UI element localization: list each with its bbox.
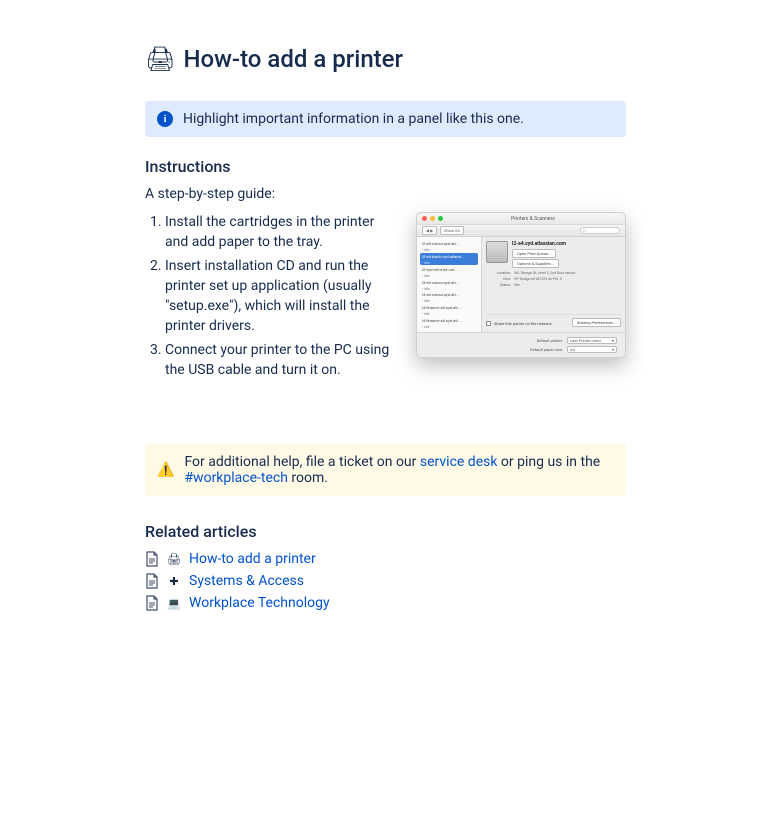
printer-list-item: l4-a4-colour.syd.atl...• Idle bbox=[420, 291, 478, 303]
info-panel: i Highlight important information in a p… bbox=[145, 101, 626, 137]
related-article-link[interactable]: Systems & Access bbox=[189, 573, 304, 589]
paper-size-select: A4▾ bbox=[567, 346, 617, 353]
location-row: Location:361 George St, Level 2, 2nd flo… bbox=[486, 271, 621, 275]
default-printer-select: Last Printer Used▾ bbox=[567, 337, 617, 344]
instructions-text-col: Install the cartridges in the printer an… bbox=[145, 212, 396, 384]
page-title-text: How-to add a printer bbox=[183, 45, 403, 73]
nav-back-forward: ◀ ▶ bbox=[422, 226, 437, 235]
related-heading: Related articles bbox=[145, 522, 626, 541]
printer-detail: l2-a4.syd.atlassian.com Open Print Queue… bbox=[482, 237, 625, 332]
related-article-row: 💻 Workplace Technology bbox=[145, 595, 626, 611]
warn-prefix: For additional help, file a ticket on ou… bbox=[184, 454, 419, 470]
related-article-row: ✚ Systems & Access bbox=[145, 573, 626, 589]
zoom-dot-icon bbox=[438, 216, 443, 221]
document-page: 🖨 How-to add a printer i Highlight impor… bbox=[0, 0, 761, 611]
printer-list-item: l2-a3-colour.syd.atl...• Idle bbox=[420, 240, 478, 252]
show-all-button: Show All bbox=[440, 226, 463, 235]
kind-row: Kind:HP DesignJet M7225 dn PCL 5 bbox=[486, 277, 621, 281]
close-dot-icon bbox=[422, 216, 427, 221]
search-field: Q bbox=[580, 227, 620, 234]
window-titlebar: Printers & Scanners bbox=[417, 213, 625, 225]
printer-name: l2-a4.syd.atlassian.com bbox=[512, 241, 621, 247]
warning-panel: ⚠️ For additional help, file a ticket on… bbox=[145, 444, 626, 496]
minimize-dot-icon bbox=[430, 216, 435, 221]
instructions-columns: Install the cartridges in the printer an… bbox=[145, 212, 626, 384]
page-icon bbox=[145, 573, 159, 589]
printer-list-item: l4-finance-a4.syd.atl...• Idle bbox=[420, 317, 478, 329]
related-articles-section: Related articles 🖨 How-to add a printer ✚ S… bbox=[145, 522, 626, 611]
article-emoji-icon: ✚ bbox=[167, 575, 181, 588]
printer-list: l2-a3-colour.syd.atl...• Idlel2-a4-black… bbox=[417, 237, 482, 332]
window-title: Printers & Scanners bbox=[446, 216, 620, 222]
printer-list-item: l4-finance-a3.syd.atl...• Idle bbox=[420, 304, 478, 316]
printer-image-icon bbox=[486, 241, 508, 263]
instructions-section: Instructions A step-by-step guide: Insta… bbox=[145, 157, 626, 384]
page-title: 🖨 How-to add a printer bbox=[145, 45, 626, 73]
instruction-step: Insert installation CD and run the print… bbox=[165, 256, 396, 336]
instructions-intro: A step-by-step guide: bbox=[145, 186, 626, 202]
window-footer: Default printer: Last Printer Used▾ Defau… bbox=[417, 332, 625, 357]
related-article-link[interactable]: Workplace Technology bbox=[189, 595, 330, 611]
options-supplies-button: Options & Supplies... bbox=[512, 259, 559, 268]
printers-scanners-screenshot: Printers & Scanners ◀ ▶ Show All Q l2-a3… bbox=[416, 212, 626, 358]
service-desk-link[interactable]: service desk bbox=[420, 454, 498, 470]
article-emoji-icon: 🖨 bbox=[167, 553, 181, 566]
info-icon: i bbox=[157, 111, 173, 127]
share-checkbox-icon bbox=[486, 321, 491, 326]
status-row: Status:Idle bbox=[486, 283, 621, 287]
warning-icon: ⚠️ bbox=[157, 462, 174, 478]
related-article-link[interactable]: How-to add a printer bbox=[189, 551, 316, 567]
warning-panel-text: For additional help, file a ticket on ou… bbox=[184, 454, 614, 486]
printer-list-item: l3-a4-colour.syd.atl...• Idle bbox=[420, 279, 478, 291]
warn-suffix: room. bbox=[288, 470, 328, 486]
info-panel-text: Highlight important information in a pan… bbox=[183, 111, 524, 127]
paper-size-label: Default paper size: bbox=[530, 347, 563, 352]
article-emoji-icon: 💻 bbox=[167, 597, 181, 610]
instructions-heading: Instructions bbox=[145, 157, 626, 176]
printer-icon: 🖨 bbox=[145, 45, 175, 73]
warn-mid: or ping us in the bbox=[497, 454, 600, 470]
workplace-tech-link[interactable]: #workplace-tech bbox=[184, 470, 288, 486]
share-label: Share this printer on the network bbox=[494, 321, 552, 326]
instruction-step: Install the cartridges in the printer an… bbox=[165, 212, 396, 252]
related-list: 🖨 How-to add a printer ✚ Systems & Access 💻 W… bbox=[145, 551, 626, 611]
steps-list: Install the cartridges in the printer an… bbox=[145, 212, 396, 380]
page-icon bbox=[145, 595, 159, 611]
window-body: l2-a3-colour.syd.atl...• Idlel2-a4-black… bbox=[417, 237, 625, 332]
related-article-row: 🖨 How-to add a printer bbox=[145, 551, 626, 567]
printer-list-item: l2-a4-black.syd.atlassi...• Idle bbox=[420, 253, 478, 265]
printer-list-item: l2-syd-mfm-a4-col...• Idle bbox=[420, 266, 478, 278]
instruction-step: Connect your printer to the PC using the… bbox=[165, 340, 396, 380]
page-icon bbox=[145, 551, 159, 567]
default-printer-label: Default printer: bbox=[537, 338, 563, 343]
window-toolbar: ◀ ▶ Show All Q bbox=[417, 225, 625, 237]
sharing-prefs-button: Sharing Preferences... bbox=[572, 318, 621, 327]
share-row: Share this printer on the network Sharin… bbox=[486, 314, 621, 328]
open-queue-button: Open Print Queue... bbox=[512, 249, 556, 258]
